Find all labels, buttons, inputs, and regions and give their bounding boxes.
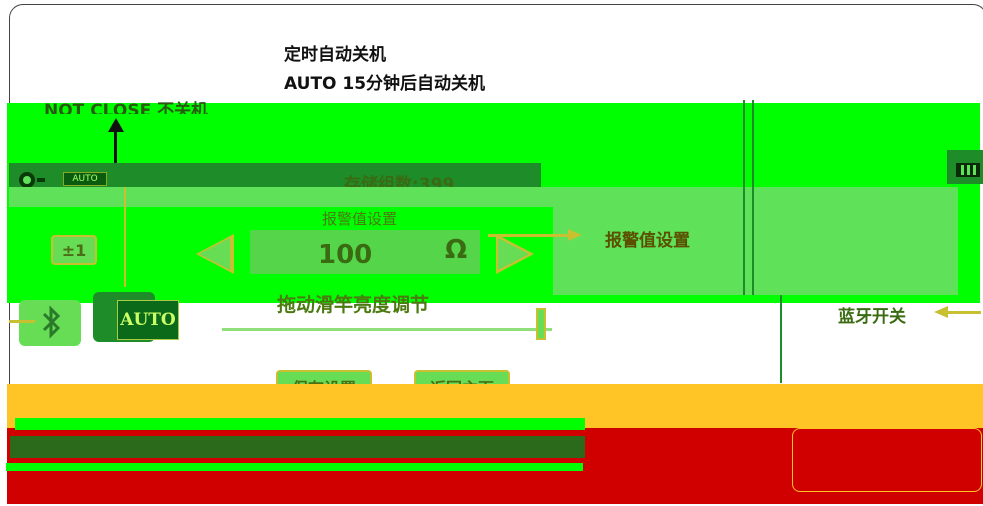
alarm-arrow-shaft	[488, 234, 570, 237]
brightness-label: 拖动滑竿亮度调节	[277, 294, 430, 316]
auto-off-title: 定时自动关机	[284, 45, 386, 65]
bluetooth-icon	[38, 304, 64, 340]
alarm-value: 100	[318, 240, 373, 270]
footer-right-frame	[792, 428, 982, 492]
auto-off-button[interactable]: AUTO	[117, 300, 179, 340]
bluetooth-arrow-left-icon	[934, 306, 948, 318]
increase-arrow-fill	[498, 238, 529, 270]
brightness-slider-handle[interactable]	[536, 308, 546, 340]
bluetooth-switch-annotation: 蓝牙开关	[838, 307, 906, 327]
footer-green-line	[6, 463, 583, 471]
alarm-title: 报警值设置	[322, 210, 398, 228]
bluetooth-arrow-shaft	[948, 311, 981, 314]
auto-off-not-close-note: NOT CLOSE 不关机	[44, 101, 209, 114]
arrow-up-icon	[108, 118, 124, 132]
step-button[interactable]: ±1	[51, 235, 97, 265]
status-bar	[10, 436, 585, 458]
guide-line-a	[743, 100, 745, 295]
auto-off-badge: AUTO	[63, 172, 107, 186]
alarm-arrow-right-icon	[568, 229, 582, 241]
alarm-panel-top	[9, 187, 553, 207]
guide-line-b	[752, 100, 754, 295]
battery-icon	[956, 163, 980, 177]
brightness-slider-track[interactable]	[222, 328, 552, 331]
guide-line-left	[124, 187, 126, 287]
bluetooth-pointer-line	[9, 320, 35, 323]
decrease-arrow-fill	[199, 238, 230, 270]
auto-off-auto-note: AUTO 15分钟后自动关机	[284, 74, 486, 94]
alarm-setting-annotation: 报警值设置	[605, 231, 690, 251]
footer-green-strip	[15, 418, 585, 430]
alarm-unit: Ω	[445, 235, 468, 265]
